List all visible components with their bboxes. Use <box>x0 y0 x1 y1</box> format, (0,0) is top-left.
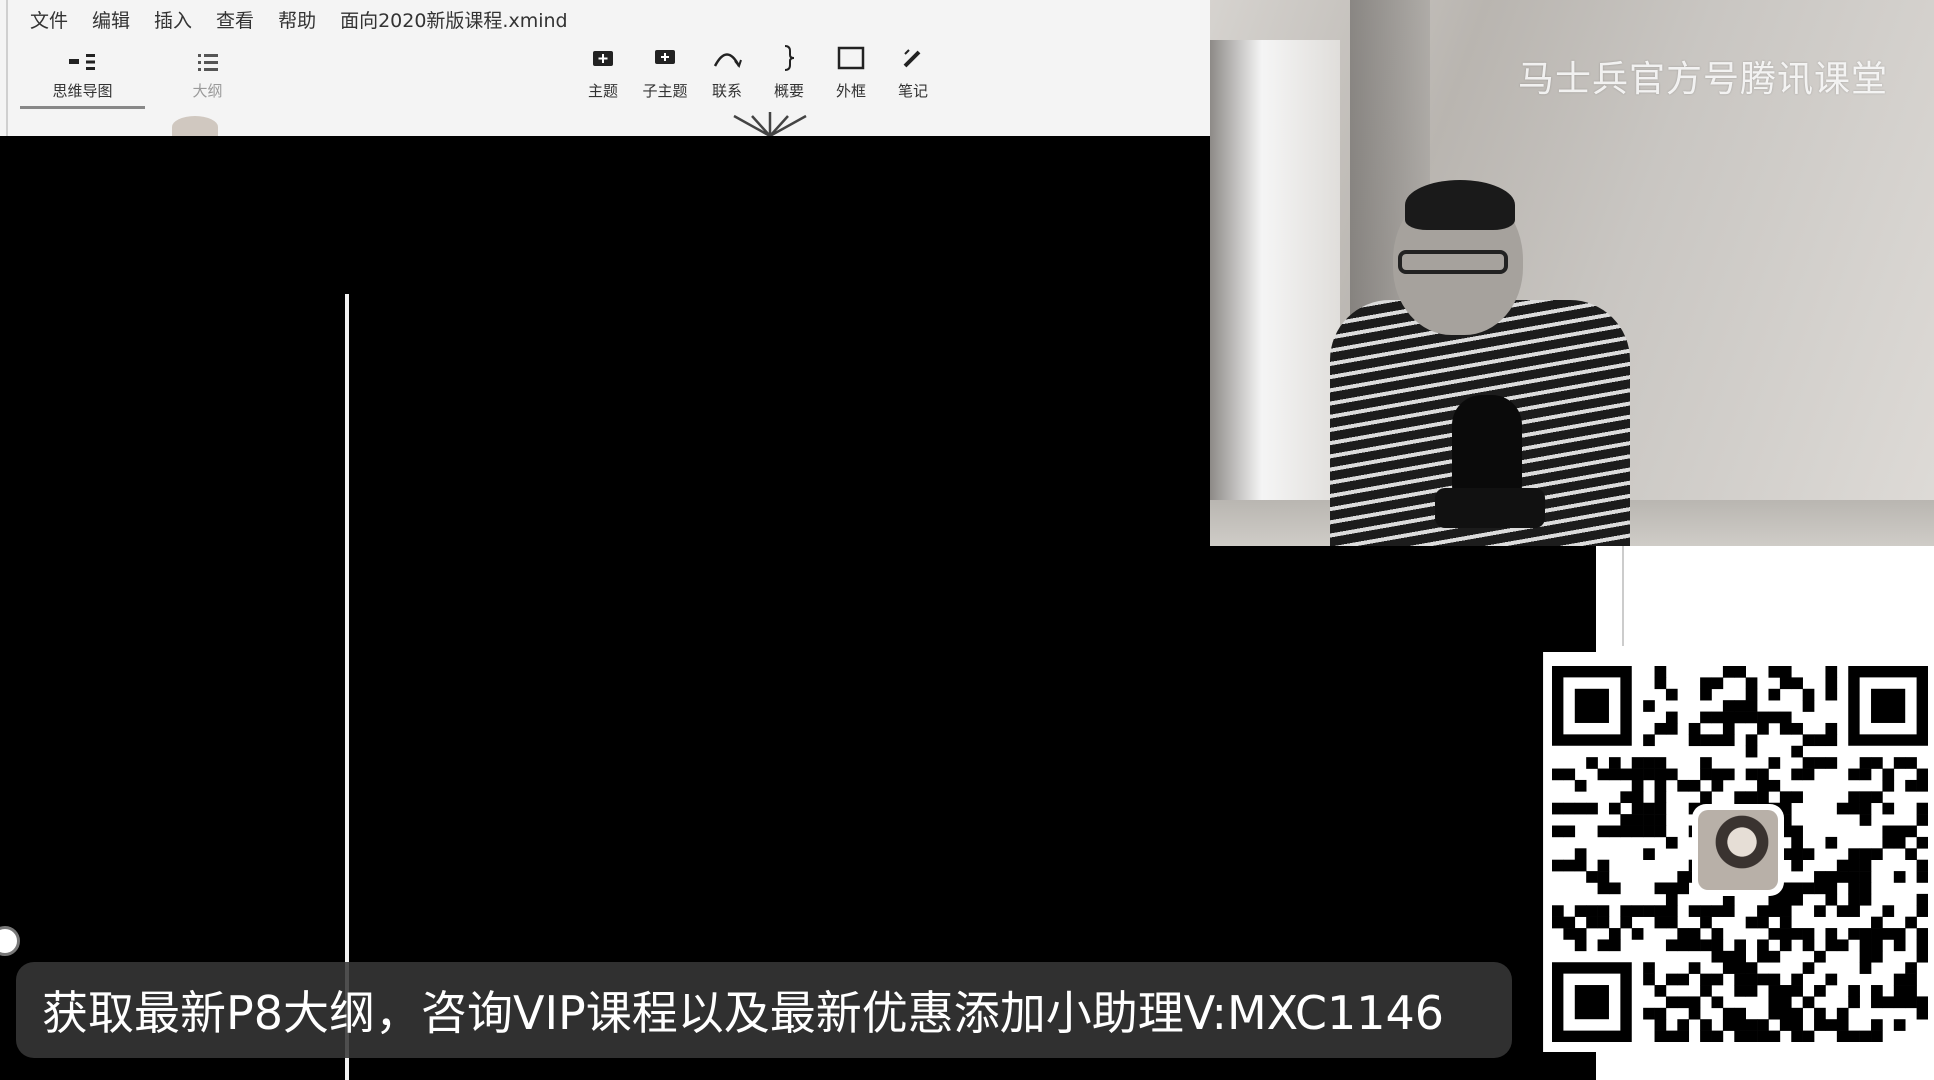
subtopic-icon <box>654 44 676 72</box>
central-topic-fragment <box>730 112 810 138</box>
mindmap-icon <box>68 50 98 74</box>
menu-bar: 文件 编辑 插入 查看 帮助 面向2020新版课程.xmind <box>0 0 1210 38</box>
summary-label: 概要 <box>773 82 804 100</box>
outline-icon <box>197 50 219 74</box>
summary-brace-icon <box>782 44 796 72</box>
right-divider <box>1622 546 1624 646</box>
qr-avatar <box>1692 804 1784 896</box>
view-switcher: 思维导图 大纲 <box>20 44 270 109</box>
menu-view[interactable]: 查看 <box>216 6 254 33</box>
pencil-icon <box>901 44 925 72</box>
promo-subtitle-banner: 获取最新P8大纲，咨询VIP课程以及最新优惠添加小助理V:MXC1146 <box>16 962 1512 1058</box>
note-label: 笔记 <box>897 82 928 100</box>
document-title: 面向2020新版课程.xmind <box>340 9 568 32</box>
boundary-button[interactable]: 外框 <box>820 44 882 101</box>
mindmap-view-label: 思维导图 <box>52 81 113 100</box>
presenter-hair <box>1405 180 1515 230</box>
menu-file[interactable]: 文件 <box>30 6 68 33</box>
insert-toolbar: 主题 子主题 联系 概要 外框 笔记 <box>572 44 944 101</box>
mindmap-view-button[interactable]: 思维导图 <box>20 44 145 109</box>
canvas-sticker-fragment <box>172 116 218 138</box>
relationship-button[interactable]: 联系 <box>696 44 758 101</box>
webcam-watermark: 马士兵官方号腾讯课堂 <box>1518 59 1889 100</box>
menu-help[interactable]: 帮助 <box>278 6 316 33</box>
relationship-icon <box>712 44 742 72</box>
topic-button[interactable]: 主题 <box>572 44 634 101</box>
summary-button[interactable]: 概要 <box>758 44 820 101</box>
boundary-label: 外框 <box>835 82 866 100</box>
outline-view-label: 大纲 <box>192 81 223 100</box>
menu-insert[interactable]: 插入 <box>154 6 192 33</box>
webcam-feed: 马士兵官方号腾讯课堂 <box>1210 0 1934 546</box>
boundary-icon <box>837 44 865 72</box>
menu-edit[interactable]: 编辑 <box>92 6 130 33</box>
webcam-monitor <box>1210 40 1340 546</box>
note-button[interactable]: 笔记 <box>882 44 944 101</box>
subtopic-label: 子主题 <box>642 82 688 100</box>
subtopic-button[interactable]: 子主题 <box>634 44 696 101</box>
relationship-label: 联系 <box>711 82 742 100</box>
qr-code-card <box>1543 652 1934 1052</box>
outline-view-button[interactable]: 大纲 <box>145 44 270 106</box>
microphone-base <box>1435 488 1545 528</box>
topic-label: 主题 <box>587 82 618 100</box>
topic-icon <box>592 44 614 72</box>
app-window: 文件 编辑 插入 查看 帮助 面向2020新版课程.xmind 思维导图 大纲 … <box>0 0 1211 138</box>
presenter-glasses <box>1398 250 1508 274</box>
